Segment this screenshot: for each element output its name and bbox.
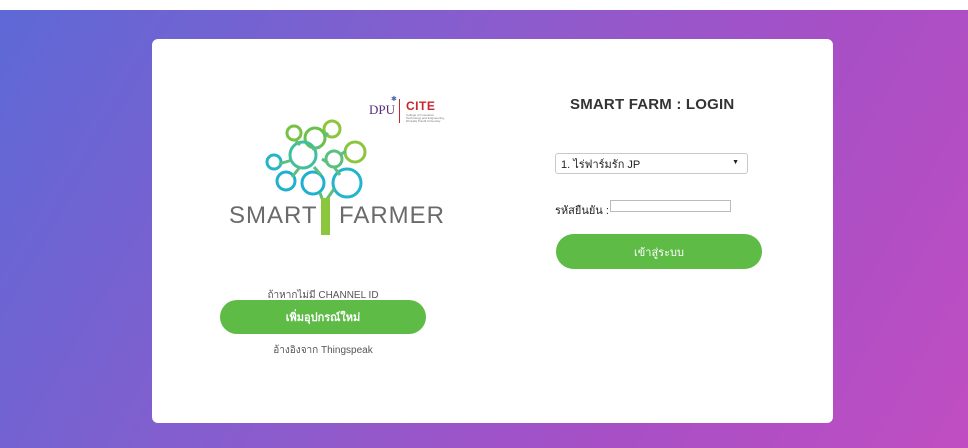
login-card: DPU ✱ CITE College of Innovative Technol… [152, 39, 833, 423]
code-input[interactable] [610, 200, 731, 212]
add-device-button[interactable]: เพิ่มอุปกรณ์ใหม่ [220, 300, 426, 334]
logo-divider [399, 99, 400, 123]
cite-logo-subtitle: College of Innovative Technology and Eng… [406, 113, 445, 123]
cite-logo: CITE [406, 99, 436, 113]
thingspeak-reference: อ้างอิงจาก Thingspeak [273, 345, 373, 356]
login-button[interactable]: เข้าสู่ระบบ [556, 234, 762, 269]
farm-select-value: 1. ไร่ฟาร์มรัก JP [561, 158, 641, 171]
login-title: SMART FARM : LOGIN [570, 96, 735, 113]
brand-bar [321, 198, 330, 235]
brand-word-smart: SMART [229, 202, 318, 229]
caret-down-icon: ▼ [732, 159, 739, 166]
dpu-logo: DPU [369, 102, 396, 117]
code-label: รหัสยืนยัน : [555, 205, 609, 217]
brand-word-farmer: FARMER [339, 202, 446, 229]
farm-select[interactable]: 1. ไร่ฟาร์มรัก JP ▼ [555, 153, 748, 174]
top-strip [0, 0, 968, 10]
dpu-star-icon: ✱ [391, 96, 397, 103]
